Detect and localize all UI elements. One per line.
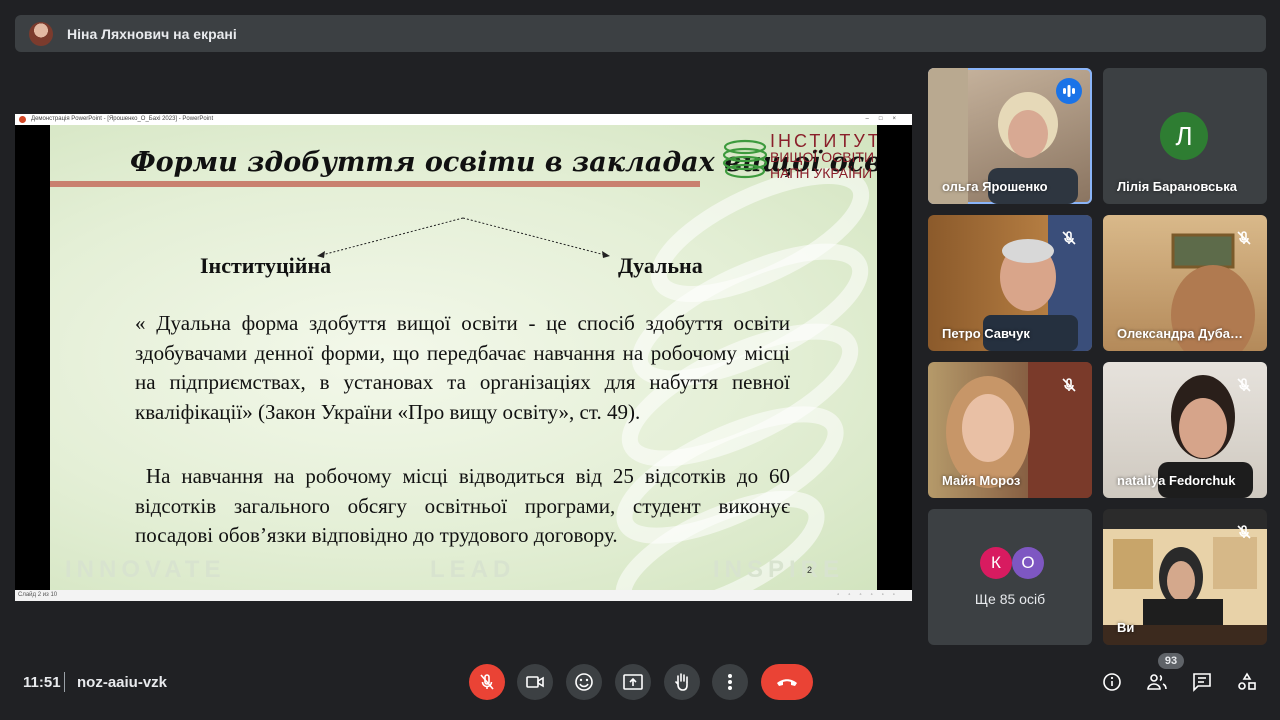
mic-off-icon — [1237, 378, 1251, 392]
paragraph-definition: « Дуальна форма здобуття вищої освіти - … — [135, 311, 790, 424]
presenter-label: Ніна Ляхнович на екрані — [67, 25, 237, 42]
avatar: К — [980, 547, 1012, 579]
powerpoint-icon — [19, 116, 26, 123]
branch-arrows — [317, 217, 610, 258]
mic-toggle-button[interactable] — [469, 664, 505, 700]
presenting-banner: Ніна Ляхнович на екрані — [15, 15, 1266, 52]
maximize-icon: □ — [878, 116, 893, 122]
mic-off-icon — [1062, 231, 1076, 245]
reactions-button[interactable] — [566, 664, 602, 700]
more-options-button[interactable] — [712, 664, 748, 700]
participant-name: Лілія Барановська — [1117, 179, 1237, 194]
label-institutional: Інституційна — [200, 253, 332, 278]
mic-off-icon — [1237, 525, 1251, 539]
mic-off-icon — [480, 674, 494, 690]
footer-word-inspire: INSPIRE — [713, 556, 845, 583]
meeting-code: noz-aaiu-vzk — [77, 674, 168, 691]
camera-icon — [526, 676, 544, 688]
chat-icon — [1193, 673, 1211, 692]
footer-word-lead: LEAD — [430, 556, 516, 583]
activities-icon — [1238, 672, 1256, 690]
participant-tile-5[interactable]: Майя Мороз — [928, 362, 1092, 498]
ppt-titlebar: Демонстрація PowerPoint - [Ярошенко_О_Ба… — [15, 114, 912, 125]
info-icon — [1103, 673, 1121, 691]
emoji-icon — [575, 673, 593, 691]
participant-tile-2[interactable]: Л Лілія Барановська — [1103, 68, 1267, 204]
participant-tile-1[interactable]: ольга Ярошенко — [928, 68, 1092, 204]
more-vert-icon — [728, 674, 732, 690]
people-button[interactable] — [1145, 670, 1169, 694]
clock: 11:51 — [23, 674, 61, 691]
meeting-details-button[interactable] — [1100, 670, 1124, 694]
shared-presentation: Демонстрація PowerPoint - [Ярошенко_О_Ба… — [15, 114, 912, 601]
slide-counter: Слайд 2 из 10 — [18, 592, 58, 598]
activities-button[interactable] — [1235, 670, 1259, 694]
more-avatars: К О — [980, 547, 1044, 579]
view-controls-icon: ◦◦◦◦◦◦ — [837, 592, 904, 598]
label-dual: Дуальна — [618, 253, 703, 278]
hang-up-icon — [777, 679, 797, 686]
slide: Форми здобуття освіти в закладах вищої о… — [50, 125, 877, 590]
minimize-icon: – — [865, 116, 879, 122]
participant-name: Майя Мороз — [942, 473, 1021, 488]
footer-word-innovate: INNOVATE — [65, 556, 226, 583]
participant-name: nataliya Fedorchuk — [1117, 473, 1236, 488]
participant-name: ольга Ярошенко — [942, 179, 1048, 194]
present-screen-icon — [623, 674, 643, 690]
people-icon — [1147, 674, 1167, 690]
participant-name: Петро Савчук — [942, 326, 1030, 341]
slide-number: 2 — [807, 565, 813, 575]
leave-call-button[interactable] — [761, 664, 813, 700]
window-controls: –□× — [866, 114, 906, 125]
speaking-indicator-icon — [1056, 78, 1082, 104]
people-count-badge: 93 — [1158, 653, 1184, 669]
presenter-avatar — [29, 21, 53, 46]
avatar: Л — [1160, 112, 1208, 160]
hand-icon — [675, 673, 688, 691]
raise-hand-button[interactable] — [664, 664, 700, 700]
ppt-statusbar: Слайд 2 из 10 ◦◦◦◦◦◦ — [15, 590, 912, 601]
paragraph-workplace: На навчання на робочому місці відводитьс… — [135, 464, 790, 547]
mic-off-icon — [1062, 378, 1076, 392]
close-icon: × — [892, 116, 906, 122]
participant-tile-3[interactable]: Петро Савчук — [928, 215, 1092, 351]
participant-tile-6[interactable]: nataliya Fedorchuk — [1103, 362, 1267, 498]
participant-name: Ви — [1117, 620, 1135, 635]
camera-toggle-button[interactable] — [517, 664, 553, 700]
divider — [64, 672, 65, 692]
participant-name: Олександра Дуба… — [1117, 326, 1244, 341]
avatar: О — [1012, 547, 1044, 579]
chat-button[interactable] — [1190, 670, 1214, 694]
self-view-tile[interactable]: Ви — [1103, 509, 1267, 645]
mic-off-icon — [1237, 231, 1251, 245]
present-button[interactable] — [615, 664, 651, 700]
more-participants-tile[interactable]: К О Ще 85 осіб — [928, 509, 1092, 645]
participant-tile-4[interactable]: Олександра Дуба… — [1103, 215, 1267, 351]
more-participants-label: Ще 85 осіб — [974, 591, 1046, 607]
ppt-window-title: Демонстрація PowerPoint - [Ярошенко_О_Ба… — [31, 116, 214, 122]
